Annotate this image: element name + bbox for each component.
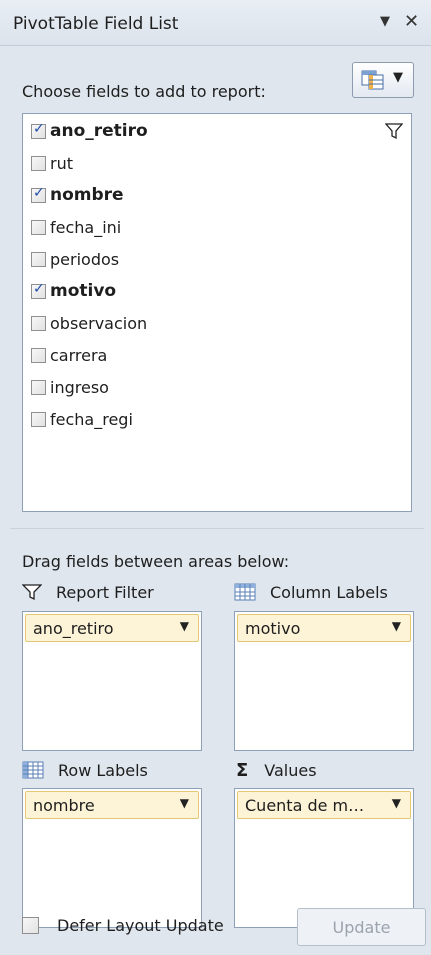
sigma-icon: Σ — [236, 759, 249, 781]
field-name: nombre — [50, 185, 124, 205]
chip-label: ano_retiro — [33, 619, 114, 638]
values-field-chip[interactable]: Cuenta de m… ▼ — [237, 791, 411, 819]
report-filter-area[interactable]: ano_retiro ▼ — [22, 611, 202, 751]
field-checkbox[interactable] — [31, 155, 46, 171]
panel-titlebar: PivotTable Field List ▼ ✕ — [0, 0, 431, 46]
field-name: rut — [50, 153, 73, 173]
field-checkbox[interactable] — [31, 315, 46, 331]
row-labels-area[interactable]: nombre ▼ — [22, 788, 202, 928]
column-labels-title: Column Labels — [270, 582, 388, 602]
row-labels-title: Row Labels — [58, 760, 148, 780]
chevron-down-icon[interactable]: ▼ — [180, 619, 189, 633]
row-labels-header: Row Labels — [22, 758, 148, 782]
report-filter-title: Report Filter — [56, 582, 154, 602]
field-layout-icon — [361, 70, 385, 94]
field-name: fecha_regi — [50, 409, 133, 429]
filter-funnel-icon[interactable] — [384, 122, 404, 144]
field-item-nombre[interactable]: nombre — [31, 182, 124, 208]
field-name: ano_retiro — [50, 121, 148, 141]
table-grid-icon — [22, 761, 44, 779]
field-name: carrera — [50, 345, 108, 365]
field-item-ingreso[interactable]: ingreso — [31, 374, 109, 400]
chip-label: nombre — [33, 796, 95, 815]
field-name: ingreso — [50, 377, 109, 397]
chevron-down-icon: ▼ — [393, 70, 403, 85]
field-item-carrera[interactable]: carrera — [31, 342, 107, 368]
report-filter-field-chip[interactable]: ano_retiro ▼ — [25, 614, 199, 642]
chevron-down-icon[interactable]: ▼ — [392, 796, 401, 810]
section-splitter[interactable] — [10, 528, 424, 529]
field-checkbox[interactable] — [31, 411, 46, 427]
choose-fields-label: Choose fields to add to report: — [22, 82, 266, 101]
update-button[interactable]: Update — [297, 908, 426, 946]
chevron-down-icon[interactable]: ▼ — [180, 796, 189, 810]
field-checkbox[interactable] — [31, 379, 46, 395]
field-list[interactable]: ano_retiro rut nombre fecha_ini periodos… — [22, 113, 412, 512]
field-item-periodos[interactable]: periodos — [31, 246, 119, 272]
chip-label: Cuenta de m… — [245, 796, 365, 815]
field-item-motivo[interactable]: motivo — [31, 278, 116, 304]
row-labels-field-chip[interactable]: nombre ▼ — [25, 791, 199, 819]
triangle-down-icon[interactable]: ▼ — [380, 14, 390, 29]
table-grid-icon — [234, 583, 256, 601]
panel-title: PivotTable Field List — [13, 14, 179, 34]
field-name: observacion — [50, 313, 148, 333]
close-icon[interactable]: ✕ — [404, 11, 419, 32]
values-title: Values — [264, 760, 317, 780]
values-header: Σ Values — [236, 758, 317, 782]
field-checkbox[interactable] — [31, 251, 46, 267]
field-layout-button[interactable]: ▼ — [352, 62, 414, 98]
field-checkbox[interactable] — [31, 185, 46, 203]
field-checkbox[interactable] — [31, 281, 46, 299]
field-name: fecha_ini — [50, 217, 122, 237]
column-labels-header: Column Labels — [234, 580, 388, 604]
field-item-observacion[interactable]: observacion — [31, 310, 147, 336]
field-checkbox[interactable] — [31, 347, 46, 363]
defer-layout-checkbox[interactable] — [22, 917, 39, 934]
values-area[interactable]: Cuenta de m… ▼ — [234, 788, 414, 928]
defer-layout-update[interactable]: Defer Layout Update — [22, 916, 224, 935]
column-labels-area[interactable]: motivo ▼ — [234, 611, 414, 751]
field-checkbox[interactable] — [31, 121, 46, 139]
column-labels-field-chip[interactable]: motivo ▼ — [237, 614, 411, 642]
field-name: motivo — [50, 281, 117, 301]
chip-label: motivo — [245, 619, 301, 638]
field-item-fecha-ini[interactable]: fecha_ini — [31, 214, 121, 240]
field-item-ano-retiro[interactable]: ano_retiro — [31, 118, 148, 144]
field-item-fecha-regi[interactable]: fecha_regi — [31, 406, 133, 432]
field-name: periodos — [50, 249, 120, 269]
chevron-down-icon[interactable]: ▼ — [392, 619, 401, 633]
report-filter-header: Report Filter — [22, 580, 154, 604]
field-item-rut[interactable]: rut — [31, 150, 73, 176]
field-checkbox[interactable] — [31, 219, 46, 235]
filter-funnel-icon — [22, 583, 42, 601]
defer-layout-label: Defer Layout Update — [57, 916, 224, 935]
drag-fields-label: Drag fields between areas below: — [22, 552, 290, 571]
